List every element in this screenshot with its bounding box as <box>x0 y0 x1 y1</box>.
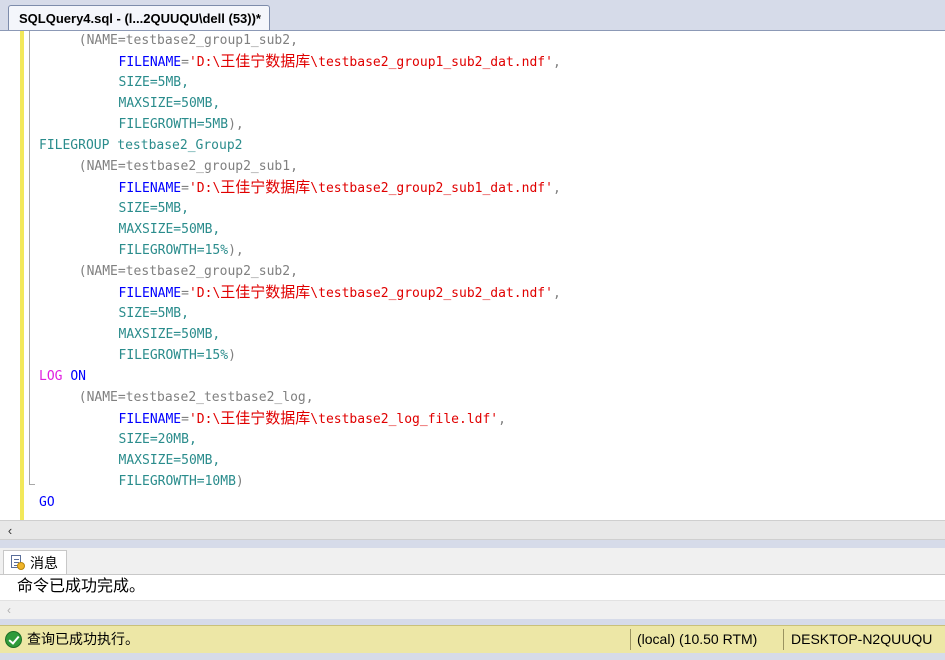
code-token: 王佳宁数据库 <box>220 52 311 70</box>
scroll-left-arrow-icon[interactable]: ‹ <box>0 521 20 539</box>
messages-horizontal-scrollbar[interactable]: ‹ <box>0 600 945 619</box>
outline-collapse-end <box>29 484 35 485</box>
code-line[interactable]: FILEGROUP testbase2_Group2 <box>39 135 243 156</box>
code-token: FILENAME <box>118 286 182 301</box>
code-token: \testbase2_group2_sub2_dat.ndf' <box>310 286 553 301</box>
code-token: ON <box>70 369 86 384</box>
outline-collapse-guide <box>29 31 30 485</box>
status-bar: 查询已成功执行。 (local) (10.50 RTM) DESKTOP-N2Q… <box>0 625 945 653</box>
code-line[interactable]: GO <box>39 492 55 513</box>
code-line[interactable]: SIZE=5MB, <box>119 198 189 219</box>
code-token: = <box>181 181 189 196</box>
code-token: SIZE=5MB, <box>118 201 189 216</box>
code-token: \testbase2_group1_sub2_dat.ndf' <box>310 55 553 70</box>
code-token: SIZE=20MB, <box>118 432 197 447</box>
status-separator <box>783 629 784 650</box>
tab-messages-label: 消息 <box>30 554 58 571</box>
code-token: ), <box>228 117 244 132</box>
code-token: (NAME=testbase2_group1_sub2, <box>78 33 298 48</box>
change-tracking-bar <box>20 31 24 520</box>
code-token: 'D:\ <box>188 55 221 70</box>
code-token: , <box>552 55 561 70</box>
code-line[interactable]: FILEGROWTH=10MB) <box>119 471 244 492</box>
code-line[interactable]: SIZE=20MB, <box>119 429 197 450</box>
code-token: 'D:\ <box>188 181 221 196</box>
success-check-icon <box>5 631 22 648</box>
code-line[interactable]: MAXSIZE=50MB, <box>119 93 221 114</box>
code-token: MAXSIZE=50MB, <box>118 222 221 237</box>
code-token: \testbase2_log_file.ldf' <box>310 412 499 427</box>
query-editor[interactable]: (NAME=testbase2_group1_sub2, FILENAME='D:… <box>0 31 945 520</box>
code-token: , <box>552 181 561 196</box>
code-token: GO <box>39 495 55 510</box>
code-line[interactable]: (NAME=testbase2_group1_sub2, <box>79 31 298 51</box>
code-token: ) <box>235 474 244 489</box>
window-bottom-border <box>0 653 945 660</box>
results-tab-strip: 消息 <box>0 548 945 575</box>
code-token: LOG <box>39 369 71 384</box>
code-line[interactable]: MAXSIZE=50MB, <box>119 450 221 471</box>
code-token: FILEGROWTH=10MB <box>118 474 236 489</box>
code-token: FILEGROWTH=15% <box>118 243 229 258</box>
code-line[interactable]: FILEGROWTH=15%) <box>119 345 236 366</box>
document-tab-strip: SQLQuery4.sql - (l...2QUUQU\dell (53))* <box>0 0 945 31</box>
scroll-left-arrow-icon[interactable]: ‹ <box>2 601 16 619</box>
code-token: (NAME=testbase2_group2_sub1, <box>78 159 298 174</box>
result-message: 命令已成功完成。 <box>17 578 146 595</box>
code-line[interactable]: FILENAME='D:\王佳宁数据库\testbase2_group2_sub… <box>119 282 561 303</box>
code-token: (NAME=testbase2_group2_sub2, <box>78 264 298 279</box>
code-line[interactable]: FILENAME='D:\王佳宁数据库\testbase2_log_file.l… <box>119 408 506 429</box>
code-token: \testbase2_group2_sub1_dat.ndf' <box>310 181 553 196</box>
code-line[interactable]: (NAME=testbase2_group2_sub2, <box>79 261 298 282</box>
code-token: = <box>181 55 189 70</box>
code-token: SIZE=5MB, <box>118 306 189 321</box>
status-server: (local) (10.50 RTM) <box>637 631 758 647</box>
code-token: FILEGROWTH=15% <box>118 348 229 363</box>
code-token: FILEGROUP testbase2_Group2 <box>39 138 243 153</box>
code-token: FILENAME <box>118 181 182 196</box>
code-token: ) <box>228 348 236 363</box>
status-separator <box>630 629 631 650</box>
status-message: 查询已成功执行。 <box>27 631 139 647</box>
code-line[interactable]: LOG ON <box>39 366 86 387</box>
splitter[interactable] <box>0 540 945 548</box>
code-token: 王佳宁数据库 <box>220 178 311 196</box>
code-token: MAXSIZE=50MB, <box>118 327 221 342</box>
tab-messages[interactable]: 消息 <box>3 550 67 574</box>
code-line[interactable]: FILENAME='D:\王佳宁数据库\testbase2_group1_sub… <box>119 51 561 72</box>
code-line[interactable]: (NAME=testbase2_group2_sub1, <box>79 156 298 177</box>
code-token: 'D:\ <box>188 286 221 301</box>
message-icon <box>10 555 25 570</box>
status-host: DESKTOP-N2QUUQU <box>791 631 933 647</box>
messages-panel: 命令已成功完成。 <box>0 575 945 600</box>
code-line[interactable]: MAXSIZE=50MB, <box>119 324 221 345</box>
code-token: (NAME=testbase2_testbase2_log, <box>78 390 314 405</box>
code-token: , <box>552 286 561 301</box>
code-token: MAXSIZE=50MB, <box>118 453 221 468</box>
code-line[interactable]: FILEGROWTH=5MB), <box>119 114 244 135</box>
code-line[interactable]: FILENAME='D:\王佳宁数据库\testbase2_group2_sub… <box>119 177 561 198</box>
code-token: 王佳宁数据库 <box>220 283 311 301</box>
code-token: 王佳宁数据库 <box>220 409 311 427</box>
code-token: MAXSIZE=50MB, <box>118 96 221 111</box>
code-token: = <box>181 412 189 427</box>
code-token: FILENAME <box>118 412 182 427</box>
code-token: ), <box>228 243 244 258</box>
code-token: SIZE=5MB, <box>118 75 189 90</box>
code-token: 'D:\ <box>188 412 221 427</box>
code-line[interactable]: MAXSIZE=50MB, <box>119 219 221 240</box>
code-line[interactable]: FILEGROWTH=15%), <box>119 240 244 261</box>
editor-horizontal-scrollbar[interactable]: ‹ <box>0 520 945 540</box>
code-line[interactable]: (NAME=testbase2_testbase2_log, <box>79 387 314 408</box>
code-line[interactable]: SIZE=5MB, <box>119 303 189 324</box>
code-token: FILENAME <box>118 55 182 70</box>
tab-title: SQLQuery4.sql - (l...2QUUQU\dell (53))* <box>19 10 261 26</box>
code-line[interactable]: SIZE=5MB, <box>119 72 189 93</box>
code-token: = <box>181 286 189 301</box>
code-token: FILEGROWTH=5MB <box>118 117 229 132</box>
tab-sqlquery4[interactable]: SQLQuery4.sql - (l...2QUUQU\dell (53))* <box>8 5 270 30</box>
code-token: , <box>498 412 506 427</box>
